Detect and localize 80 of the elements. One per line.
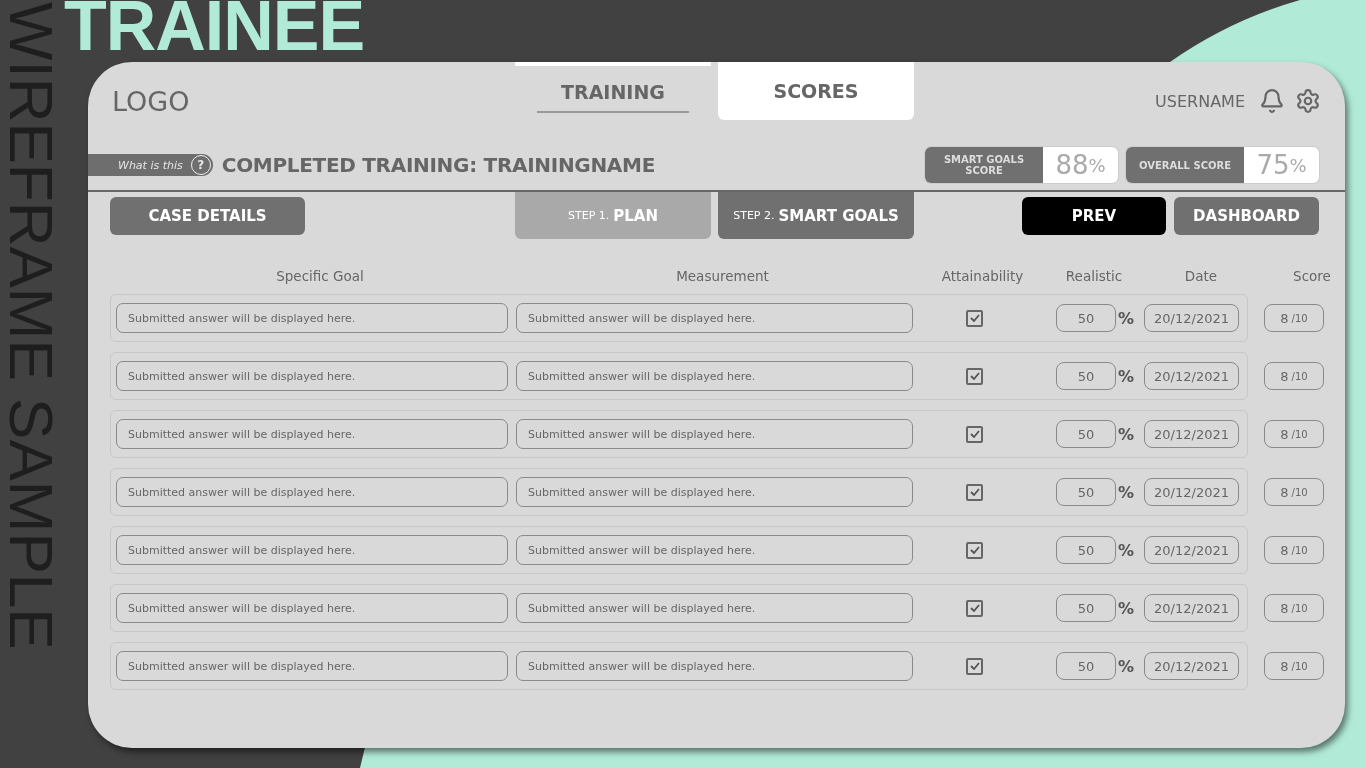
score-field: 8 /10 <box>1264 420 1324 448</box>
date-field[interactable]: 20/12/2021 <box>1144 536 1239 564</box>
column-header: Date <box>1183 268 1219 284</box>
answer-field[interactable]: Submitted answer will be displayed here. <box>116 651 508 681</box>
percent-field[interactable]: 50 <box>1056 478 1116 506</box>
nav-button[interactable]: DASHBOARD <box>1174 197 1319 235</box>
tab[interactable]: SCORES <box>718 62 914 120</box>
answer-field[interactable]: Submitted answer will be displayed here. <box>516 361 913 391</box>
column-header: Specific Goal <box>275 268 365 284</box>
score-field: 8 /10 <box>1264 362 1324 390</box>
tab[interactable]: TRAINING <box>515 62 711 120</box>
answer-field[interactable]: Submitted answer will be displayed here. <box>116 477 508 507</box>
step-tab[interactable]: STEP 2. SMART GOALS <box>718 192 914 239</box>
nav-button[interactable]: PREV <box>1022 197 1166 235</box>
answer-field[interactable]: Submitted answer will be displayed here. <box>516 477 913 507</box>
score-field: 8 /10 <box>1264 536 1324 564</box>
checkbox[interactable] <box>966 599 983 617</box>
answer-field[interactable]: Submitted answer will be displayed here. <box>116 361 508 391</box>
score-value: 88% <box>1054 149 1107 182</box>
answer-field[interactable]: Submitted answer will be displayed here. <box>116 593 508 623</box>
percent-sign: % <box>1118 308 1136 328</box>
answer-field[interactable]: Submitted answer will be displayed here. <box>116 535 508 565</box>
answer-field[interactable]: Submitted answer will be displayed here. <box>116 303 508 333</box>
score-label: SMART GOALS SCORE <box>925 147 1043 183</box>
score-field: 8 /10 <box>1264 304 1324 332</box>
answer-field[interactable]: Submitted answer will be displayed here. <box>516 303 913 333</box>
check-icon <box>969 546 980 554</box>
percent-sign: % <box>1118 598 1136 618</box>
percent-field[interactable]: 50 <box>1056 652 1116 680</box>
settings-icon[interactable] <box>1295 88 1321 114</box>
check-icon <box>969 430 980 438</box>
case-details-button[interactable]: CASE DETAILS <box>110 197 305 235</box>
column-header: Attainability <box>940 268 1025 284</box>
score-field: 8 /10 <box>1264 478 1324 506</box>
checkbox[interactable] <box>966 367 983 385</box>
score-value: 75% <box>1255 149 1308 182</box>
answer-field[interactable]: Submitted answer will be displayed here. <box>116 419 508 449</box>
percent-field[interactable]: 50 <box>1056 594 1116 622</box>
answer-field[interactable]: Submitted answer will be displayed here. <box>516 419 913 449</box>
checkbox[interactable] <box>966 657 983 675</box>
percent-sign: % <box>1118 656 1136 676</box>
check-icon <box>969 314 980 322</box>
column-header: Score <box>1292 268 1332 284</box>
percent-sign: % <box>1118 540 1136 560</box>
check-icon <box>969 488 980 496</box>
column-header: Measurement <box>675 268 770 284</box>
slide-title: TRAINEE <box>64 0 365 66</box>
answer-field[interactable]: Submitted answer will be displayed here. <box>516 535 913 565</box>
checkbox[interactable] <box>966 309 983 327</box>
answer-field[interactable]: Submitted answer will be displayed here. <box>516 651 913 681</box>
score-field: 8 /10 <box>1264 594 1324 622</box>
answer-field[interactable]: Submitted answer will be displayed here. <box>516 593 913 623</box>
checkbox[interactable] <box>966 541 983 559</box>
column-header: Realistic <box>1064 268 1124 284</box>
check-icon <box>969 372 980 380</box>
checkbox[interactable] <box>966 425 983 443</box>
checkbox[interactable] <box>966 483 983 501</box>
logo-text: LOGO <box>112 85 191 117</box>
check-icon <box>969 662 980 670</box>
check-icon <box>969 604 980 612</box>
percent-field[interactable]: 50 <box>1056 536 1116 564</box>
score-label: OVERALL SCORE <box>1126 147 1244 183</box>
bell-icon[interactable] <box>1259 88 1285 114</box>
page-title: COMPLETED TRAINING: TRAININGNAME <box>221 153 656 177</box>
date-field[interactable]: 20/12/2021 <box>1144 478 1239 506</box>
percent-field[interactable]: 50 <box>1056 420 1116 448</box>
date-field[interactable]: 20/12/2021 <box>1144 594 1239 622</box>
date-field[interactable]: 20/12/2021 <box>1144 304 1239 332</box>
percent-sign: % <box>1118 424 1136 444</box>
score-field: 8 /10 <box>1264 652 1324 680</box>
date-field[interactable]: 20/12/2021 <box>1144 420 1239 448</box>
date-field[interactable]: 20/12/2021 <box>1144 652 1239 680</box>
step-tab[interactable]: STEP 1. PLAN <box>515 192 711 239</box>
percent-field[interactable]: 50 <box>1056 304 1116 332</box>
percent-sign: % <box>1118 366 1136 386</box>
date-field[interactable]: 20/12/2021 <box>1144 362 1239 390</box>
percent-sign: % <box>1118 482 1136 502</box>
help-button[interactable]: What is this ? <box>88 154 213 176</box>
percent-field[interactable]: 50 <box>1056 362 1116 390</box>
username[interactable]: USERNAME <box>1155 91 1245 111</box>
